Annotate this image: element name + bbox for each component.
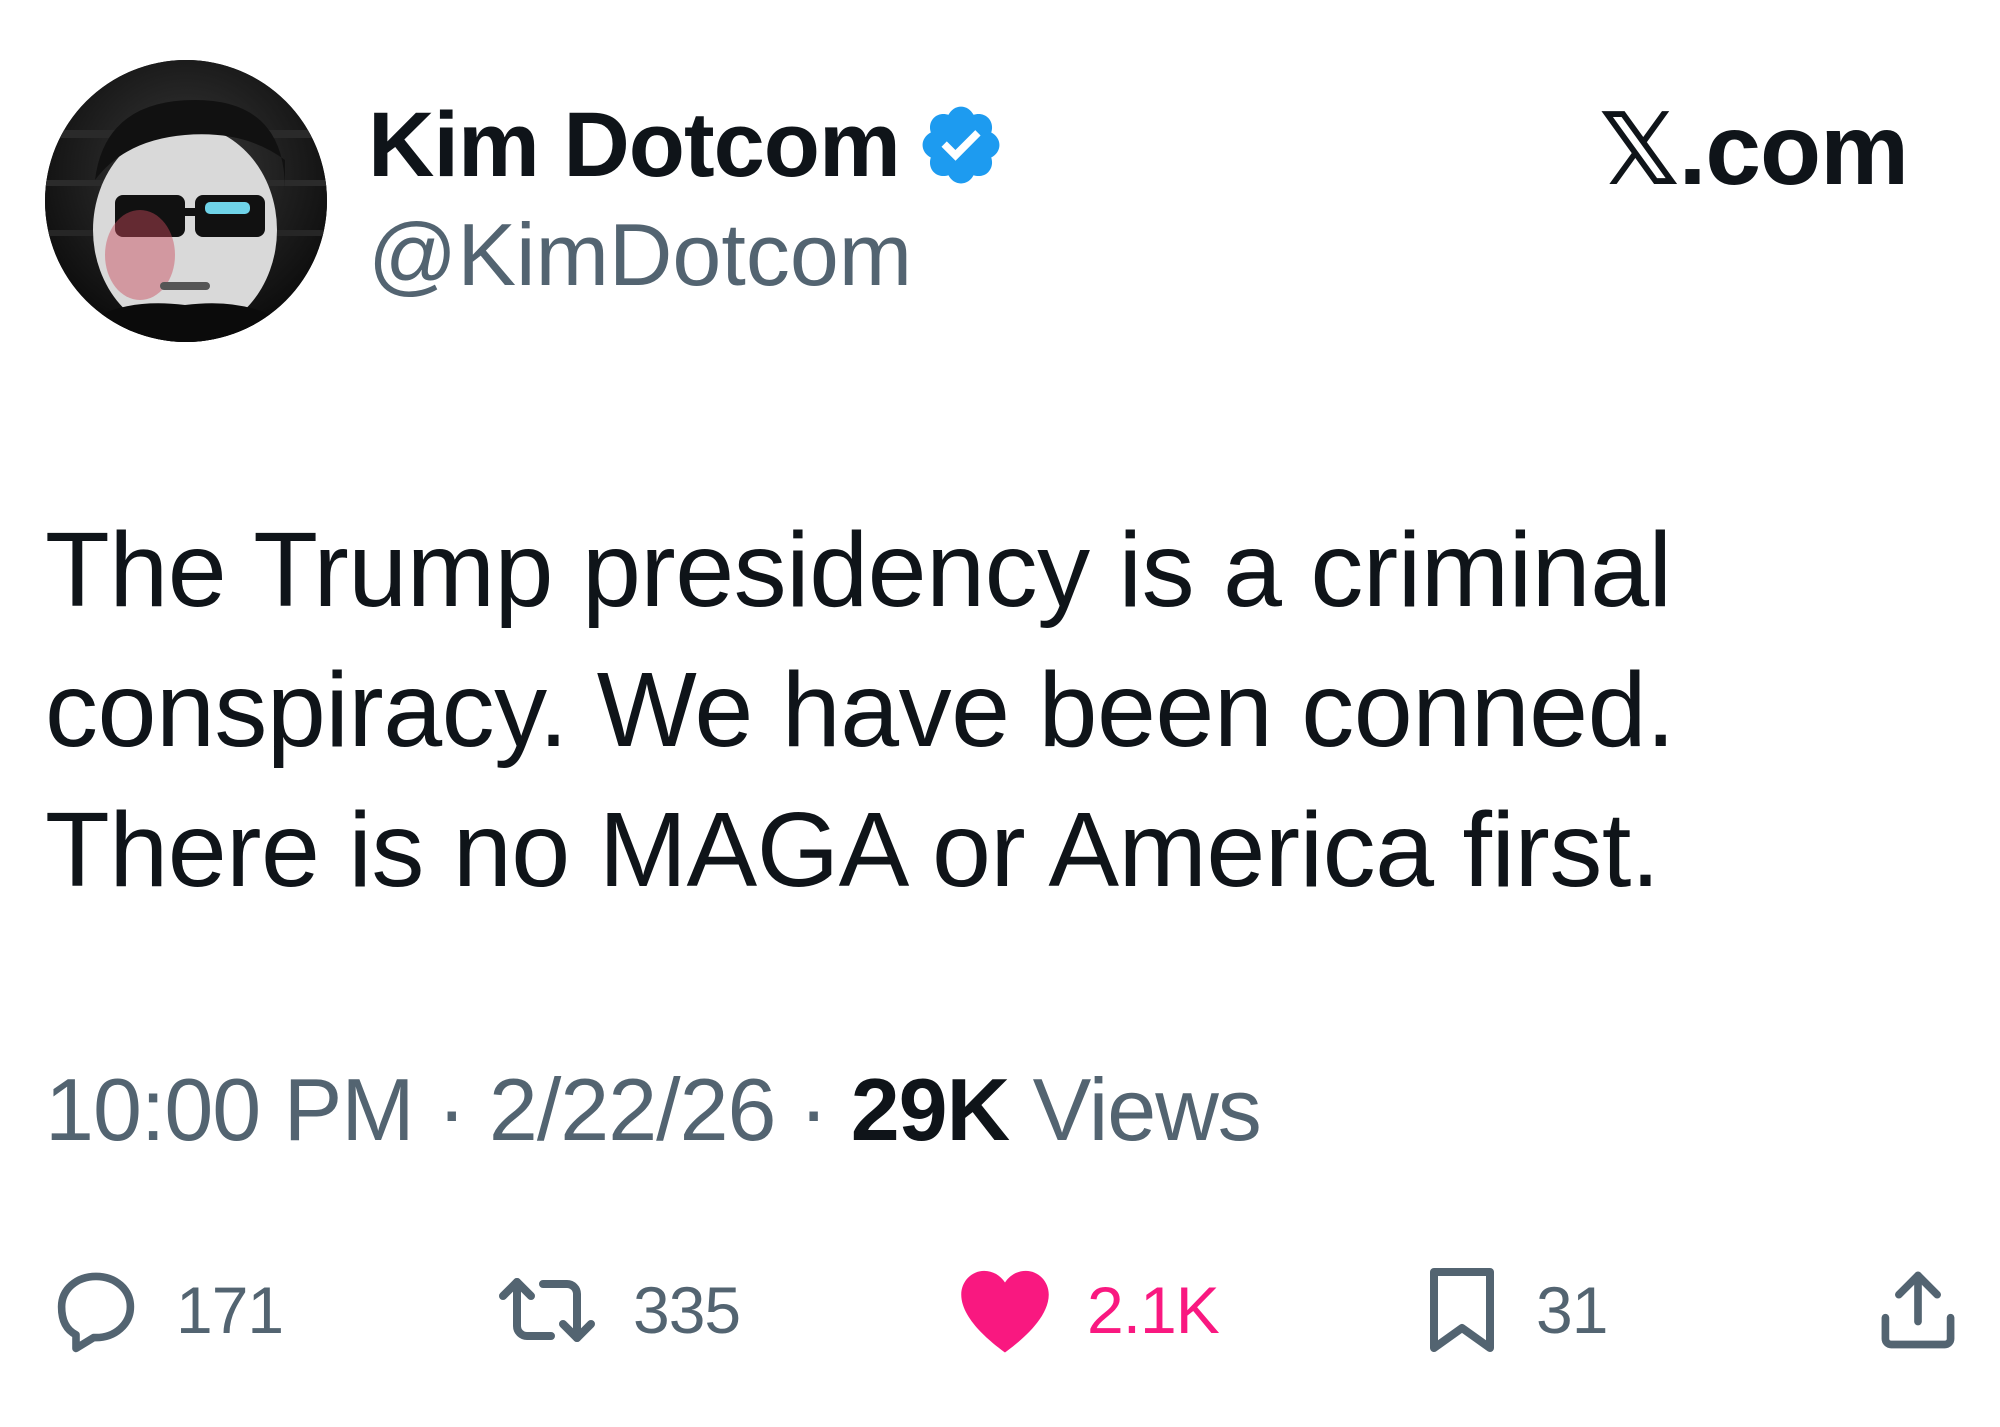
- repost-button[interactable]: 335: [493, 1255, 741, 1365]
- tweet-time[interactable]: 10:00 PM: [45, 1060, 415, 1159]
- share-button[interactable]: [1872, 1255, 1964, 1365]
- repost-icon: [499, 1278, 595, 1342]
- author-block: Kim Dotcom @KimDotcom: [368, 90, 1006, 310]
- views-label: Views: [1032, 1060, 1262, 1159]
- meta-separator: ·: [798, 1060, 828, 1159]
- tweet-date[interactable]: 2/22/26: [489, 1060, 777, 1159]
- reply-count: 171: [176, 1273, 284, 1347]
- repost-count: 335: [633, 1273, 741, 1347]
- verified-badge-icon[interactable]: [916, 100, 1006, 190]
- author-handle[interactable]: @KimDotcom: [368, 200, 1006, 310]
- bookmark-button[interactable]: 31: [1420, 1255, 1608, 1365]
- avatar[interactable]: [45, 60, 327, 342]
- reply-button[interactable]: 171: [48, 1255, 284, 1365]
- tweet-meta: 10:00 PM · 2/22/26 · 29K Views: [45, 1055, 1262, 1165]
- bookmark-icon: [1430, 1268, 1494, 1352]
- avatar-image: [45, 60, 327, 342]
- like-button[interactable]: 2.1K: [955, 1255, 1220, 1365]
- views-count: 29K: [850, 1060, 1010, 1159]
- bookmark-count: 31: [1536, 1273, 1608, 1347]
- brand-logo: 𝕏.com: [1599, 94, 1909, 206]
- meta-separator: ·: [437, 1060, 466, 1159]
- author-display-name[interactable]: Kim Dotcom: [368, 90, 901, 200]
- share-icon: [1881, 1271, 1955, 1349]
- action-bar: 171 335 2.1K 31: [0, 1255, 2000, 1365]
- tweet-text: The Trump presidency is a criminal consp…: [45, 511, 1676, 909]
- like-count: 2.1K: [1087, 1273, 1220, 1347]
- heart-icon: [961, 1270, 1049, 1353]
- name-row: Kim Dotcom: [368, 90, 1006, 200]
- reply-icon: [57, 1272, 135, 1353]
